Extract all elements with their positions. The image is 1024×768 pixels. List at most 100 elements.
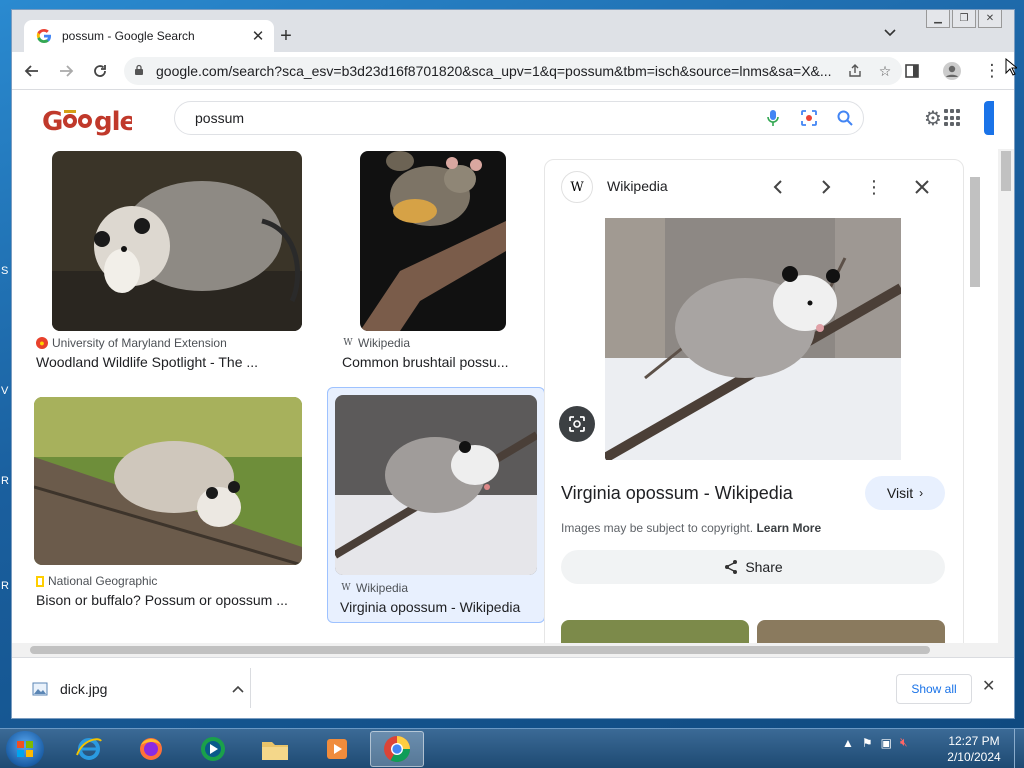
side-panel-icon[interactable] bbox=[898, 57, 926, 85]
system-tray: ▲ ⚑ ▣ 🔇︎ bbox=[842, 735, 908, 750]
firefox-icon[interactable] bbox=[124, 731, 178, 767]
start-button[interactable] bbox=[6, 731, 44, 767]
horizontal-scroll-thumb[interactable] bbox=[30, 646, 930, 654]
close-panel-icon[interactable] bbox=[909, 174, 935, 200]
forward-button[interactable] bbox=[52, 57, 80, 85]
network-icon[interactable]: ▣ bbox=[881, 736, 892, 750]
restore-button[interactable]: ❐ bbox=[952, 10, 976, 28]
lock-icon[interactable] bbox=[134, 64, 144, 79]
svg-text:G: G bbox=[42, 107, 62, 137]
page-horizontal-scrollbar[interactable] bbox=[12, 643, 998, 657]
search-box[interactable] bbox=[174, 101, 864, 135]
url-text[interactable]: google.com/search?sca_esv=b3d23d16f87018… bbox=[156, 63, 842, 79]
profile-avatar-icon[interactable] bbox=[938, 57, 966, 85]
result-source: National Geographic bbox=[36, 574, 157, 588]
preview-image[interactable] bbox=[605, 218, 901, 460]
result-title[interactable]: Common brushtail possu... bbox=[342, 354, 509, 370]
desktop-icon-fragment: S bbox=[1, 265, 9, 277]
vertical-scroll-thumb[interactable] bbox=[1001, 151, 1011, 191]
result-source-name: University of Maryland Extension bbox=[52, 336, 227, 350]
browser-toolbar: google.com/search?sca_esv=b3d23d16f87018… bbox=[12, 52, 1014, 90]
chrome-taskbar-icon[interactable] bbox=[370, 731, 424, 767]
back-button[interactable] bbox=[18, 57, 46, 85]
desktop-icon-fragment: V bbox=[1, 385, 9, 397]
result-source-name: Wikipedia bbox=[358, 336, 411, 350]
close-shelf-icon[interactable]: ✕ bbox=[982, 676, 995, 696]
result-thumbnail[interactable] bbox=[360, 151, 506, 331]
search-icon[interactable] bbox=[827, 103, 863, 133]
reload-button[interactable] bbox=[86, 57, 114, 85]
result-title[interactable]: Virginia opossum - Wikipedia bbox=[340, 599, 520, 615]
page-vertical-scrollbar[interactable] bbox=[998, 149, 1014, 657]
media-player-icon[interactable] bbox=[186, 731, 240, 767]
result-source-name: National Geographic bbox=[48, 574, 158, 588]
result-thumbnail[interactable] bbox=[52, 151, 302, 331]
umd-favicon-icon: ● bbox=[36, 337, 48, 349]
panel-scroll-thumb[interactable] bbox=[970, 177, 980, 287]
google-lens-icon[interactable] bbox=[791, 103, 827, 133]
chrome-menu-icon[interactable]: ⋮ bbox=[978, 57, 1006, 85]
panel-source[interactable]: Wikipedia bbox=[607, 178, 668, 194]
chevron-up-icon[interactable] bbox=[232, 682, 244, 696]
volume-muted-icon[interactable]: 🔇︎ bbox=[900, 735, 908, 750]
clock-time: 12:27 PM bbox=[948, 734, 1000, 748]
new-tab-button[interactable]: + bbox=[274, 24, 298, 48]
tab-search-chevron-icon[interactable] bbox=[884, 26, 896, 40]
download-file-name: dick.jpg bbox=[60, 681, 108, 697]
chrome-window: possum - Google Search ✕ + ▁ ❐ ✕ google.… bbox=[12, 10, 1014, 718]
result-title[interactable]: Bison or buffalo? Possum or opossum ... bbox=[36, 592, 288, 608]
sign-in-button[interactable] bbox=[984, 101, 994, 135]
lens-search-button[interactable] bbox=[559, 406, 595, 442]
result-source: W Wikipedia bbox=[340, 581, 408, 595]
tray-expand-icon[interactable]: ▲ bbox=[842, 736, 854, 750]
voice-search-mic-icon[interactable] bbox=[755, 103, 791, 133]
close-tab-icon[interactable]: ✕ bbox=[248, 26, 268, 46]
result-title[interactable]: Woodland Wildlife Spotlight - The ... bbox=[36, 354, 258, 370]
google-header: G gle ⚙ bbox=[12, 91, 1014, 149]
wikipedia-favicon-icon: W bbox=[341, 583, 351, 593]
panel-scrollbar[interactable] bbox=[967, 159, 981, 653]
result-source: ● University of Maryland Extension bbox=[36, 336, 227, 350]
action-center-flag-icon[interactable]: ⚑ bbox=[862, 736, 873, 750]
media-center-icon[interactable] bbox=[310, 731, 364, 767]
learn-more-link[interactable]: Learn More bbox=[756, 521, 821, 535]
google-doodle-logo[interactable]: G gle bbox=[42, 105, 138, 144]
share-page-icon[interactable] bbox=[842, 58, 868, 84]
download-item[interactable]: dick.jpg bbox=[32, 672, 250, 706]
result-source-name: Wikipedia bbox=[356, 581, 409, 595]
show-all-button[interactable]: Show all bbox=[896, 674, 972, 704]
tab-google-search[interactable]: possum - Google Search ✕ bbox=[24, 20, 274, 52]
image-result-card-selected[interactable]: W Wikipedia Virginia opossum - Wikipedia bbox=[327, 387, 544, 623]
result-thumbnail[interactable] bbox=[34, 397, 302, 565]
google-apps-icon[interactable] bbox=[944, 109, 962, 127]
taskbar-clock[interactable]: 12:27 PM 2/10/2024 bbox=[942, 733, 1006, 765]
image-result-card[interactable]: ● University of Maryland Extension Woodl… bbox=[32, 149, 322, 379]
close-window-button[interactable]: ✕ bbox=[978, 10, 1002, 28]
show-desktop-button[interactable] bbox=[1014, 729, 1024, 768]
share-button[interactable]: Share bbox=[561, 550, 945, 584]
gear-icon[interactable]: ⚙ bbox=[924, 106, 942, 131]
previous-image-button[interactable] bbox=[765, 174, 791, 200]
visit-button[interactable]: Visit › bbox=[865, 476, 945, 510]
page-content: G gle ⚙ bbox=[12, 91, 1014, 657]
internet-explorer-icon[interactable] bbox=[62, 731, 116, 767]
image-result-card[interactable]: W Wikipedia Common brushtail possu... bbox=[338, 149, 544, 379]
more-options-icon[interactable]: ⋮ bbox=[861, 174, 887, 200]
image-result-card[interactable]: National Geographic Bison or buffalo? Po… bbox=[32, 393, 322, 623]
address-bar[interactable]: google.com/search?sca_esv=b3d23d16f87018… bbox=[124, 57, 902, 85]
search-input[interactable] bbox=[195, 110, 755, 126]
copyright-notice: Images may be subject to copyright. Lear… bbox=[561, 521, 821, 535]
result-source: W Wikipedia bbox=[342, 336, 410, 350]
tab-strip: possum - Google Search ✕ + ▁ ❐ ✕ bbox=[12, 10, 1014, 52]
panel-title[interactable]: Virginia opossum - Wikipedia bbox=[561, 483, 793, 504]
desktop-icon-fragment: R bbox=[1, 580, 9, 592]
next-image-button[interactable] bbox=[813, 174, 839, 200]
file-explorer-icon[interactable] bbox=[248, 731, 302, 767]
tab-title: possum - Google Search bbox=[62, 29, 195, 43]
minimize-button[interactable]: ▁ bbox=[926, 10, 950, 28]
share-label: Share bbox=[745, 559, 783, 575]
download-separator bbox=[250, 668, 251, 708]
mouse-cursor-icon bbox=[1005, 57, 1019, 81]
result-thumbnail[interactable] bbox=[335, 395, 537, 575]
svg-text:gle: gle bbox=[94, 107, 132, 137]
